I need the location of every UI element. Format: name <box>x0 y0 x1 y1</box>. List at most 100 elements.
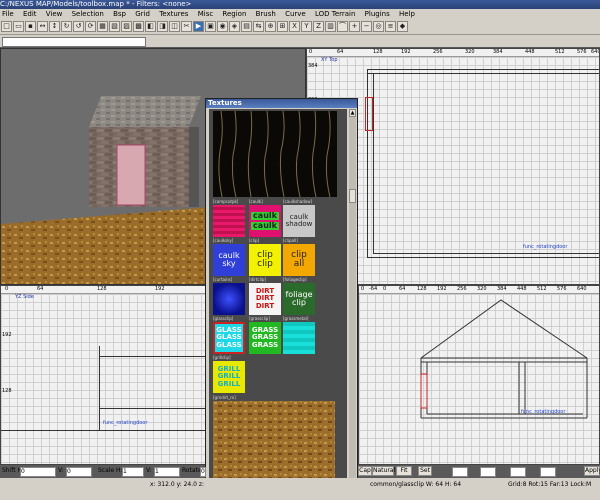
menu-lod-terrain[interactable]: LOD Terrain <box>315 10 355 18</box>
scale-z-icon[interactable]: Z <box>313 21 324 32</box>
shift-v-field[interactable]: 0 <box>66 467 92 477</box>
texture-curtains[interactable] <box>213 283 245 315</box>
natural-button[interactable]: Natural <box>372 466 395 476</box>
rotate-field[interactable]: 0 <box>200 467 206 477</box>
scale-h-field[interactable]: 1 <box>122 467 144 477</box>
yz-view-title: YZ Side <box>15 294 34 300</box>
patch-insert-icon[interactable]: + <box>349 21 360 32</box>
select-touching-icon[interactable]: ▧ <box>109 21 120 32</box>
texture-browser-window[interactable]: Textures [campcutpk] [caulk] [caulkshado… <box>205 98 358 490</box>
entity-view-icon[interactable]: ◈ <box>229 21 240 32</box>
texture-name: [caulk] <box>249 199 263 204</box>
menu-plugins[interactable]: Plugins <box>365 10 390 18</box>
menu-textures[interactable]: Textures <box>159 10 188 18</box>
menu-help[interactable]: Help <box>399 10 415 18</box>
yz-tick: 192 <box>2 332 12 338</box>
lock-icon[interactable]: ◆ <box>397 21 408 32</box>
fit-width-field[interactable] <box>452 467 468 477</box>
menu-misc[interactable]: Misc <box>198 10 213 18</box>
cap-button[interactable]: Cap <box>358 466 372 476</box>
offset-field[interactable] <box>510 467 526 477</box>
texture-caulkshadow[interactable]: caulk shadow <box>283 205 315 237</box>
texture-caulk[interactable]: caulk caulk <box>249 205 281 237</box>
flip-y-icon[interactable]: ↕ <box>49 21 60 32</box>
change-views-icon[interactable]: ▶ <box>193 21 204 32</box>
free-rotation-icon[interactable]: ⊕ <box>265 21 276 32</box>
menu-view[interactable]: View <box>46 10 63 18</box>
menu-curve[interactable]: Curve <box>285 10 306 18</box>
shift-h-field[interactable]: 0 <box>20 467 56 477</box>
menu-file[interactable]: File <box>2 10 14 18</box>
rotate-x-icon[interactable]: ↻ <box>61 21 72 32</box>
clipper-icon[interactable]: ✂ <box>181 21 192 32</box>
free-scaling-icon[interactable]: ⊞ <box>277 21 288 32</box>
texture-glassclip-selected[interactable]: GLASS GLASS GLASS <box>213 322 245 354</box>
scale-x-icon[interactable]: X <box>289 21 300 32</box>
show-entities-icon[interactable]: ◎ <box>373 21 384 32</box>
scale-field[interactable] <box>540 467 556 477</box>
texture-campcutpk[interactable] <box>213 205 245 237</box>
scale-v-field[interactable]: 1 <box>154 467 180 477</box>
scrollbar-thumb[interactable] <box>349 189 356 203</box>
texture-info: common/glassclip W: 64 H: 64 <box>370 481 462 488</box>
camera-view-icon[interactable]: ◉ <box>217 21 228 32</box>
patch-icon[interactable]: ▥ <box>325 21 336 32</box>
scroll-up-arrow-icon[interactable]: ▲ <box>349 109 356 117</box>
yz-wall-line <box>99 346 100 430</box>
csg-subtract-icon[interactable]: ◧ <box>145 21 156 32</box>
selected-door-brush <box>116 144 146 206</box>
patch-delete-icon[interactable]: − <box>361 21 372 32</box>
menu-region[interactable]: Region <box>222 10 246 18</box>
patch-bend-icon[interactable]: ⌒ <box>337 21 348 32</box>
show-pathnames-icon[interactable]: ≡ <box>385 21 396 32</box>
rotate-y-icon[interactable]: ↺ <box>73 21 84 32</box>
xz-front-view[interactable]: 0 -64 0 64 128 192 256 320 384 448 512 5… <box>358 285 600 465</box>
xy-wall-line <box>367 257 599 258</box>
texture-grassmetal[interactable] <box>283 322 315 354</box>
texture-grillclip[interactable]: GRILL GRILL GRILL <box>213 361 245 393</box>
cubic-clip-icon[interactable]: ▤ <box>241 21 252 32</box>
select-partial-tall-icon[interactable]: ▨ <box>121 21 132 32</box>
texture-foliageclip[interactable]: foliage clip <box>283 283 315 315</box>
texture-dirtclip[interactable]: DIRT DIRT DIRT <box>249 283 281 315</box>
camera-movement-icon[interactable]: ⇆ <box>253 21 264 32</box>
fit-button[interactable]: Fit <box>396 466 412 476</box>
save-icon[interactable]: ▪ <box>25 21 36 32</box>
rotate-z-icon[interactable]: ⟳ <box>85 21 96 32</box>
csg-merge-icon[interactable]: ◨ <box>157 21 168 32</box>
xy-wall-line <box>367 69 599 70</box>
xy-wall-line <box>373 253 599 254</box>
menu-bar: File Edit View Selection Bsp Grid Textur… <box>0 9 600 19</box>
xy-selected-door[interactable] <box>365 97 373 131</box>
flip-x-icon[interactable]: ↔ <box>37 21 48 32</box>
window-title-bar: C:/NEXUS MAP/Models/toolbox.map * - Filt… <box>0 0 600 9</box>
texture-grassclip[interactable]: GRASS GRASS GRASS <box>249 322 281 354</box>
texture-name: [caulkshadow] <box>283 199 313 204</box>
menu-selection[interactable]: Selection <box>72 10 104 18</box>
menu-bsp[interactable]: Bsp <box>113 10 126 18</box>
menu-grid[interactable]: Grid <box>135 10 150 18</box>
texture-view-icon[interactable]: ▣ <box>205 21 216 32</box>
apply-button[interactable]: Apply <box>584 466 600 476</box>
open-icon[interactable]: ▭ <box>13 21 24 32</box>
set-button[interactable]: Set <box>418 466 432 476</box>
texture-clip[interactable]: clip clip <box>249 244 281 276</box>
scale-y-icon[interactable]: Y <box>301 21 312 32</box>
texture-preview-curtains-top[interactable] <box>213 111 337 197</box>
yz-entity-label: func_rotatingdoor <box>103 420 148 426</box>
menu-edit[interactable]: Edit <box>23 10 37 18</box>
texture-filter-input[interactable] <box>2 37 146 47</box>
texture-caulksky[interactable]: caulk sky <box>213 244 245 276</box>
texture-name: [grillclip] <box>213 355 231 360</box>
texture-scrollbar[interactable]: ▲ <box>349 109 356 489</box>
menu-brush[interactable]: Brush <box>256 10 276 18</box>
select-inside-icon[interactable]: ▩ <box>133 21 144 32</box>
new-map-icon[interactable]: □ <box>1 21 12 32</box>
texture-grndirt[interactable] <box>213 401 335 489</box>
select-complete-tall-icon[interactable]: ▦ <box>97 21 108 32</box>
texture-name: [foliageclip] <box>283 277 307 282</box>
hollow-icon[interactable]: ◫ <box>169 21 180 32</box>
texture-clipall[interactable]: clip all <box>283 244 315 276</box>
fit-height-field[interactable] <box>480 467 496 477</box>
texture-grid[interactable]: [campcutpk] [caulk] [caulkshadow] caulk … <box>209 109 347 489</box>
